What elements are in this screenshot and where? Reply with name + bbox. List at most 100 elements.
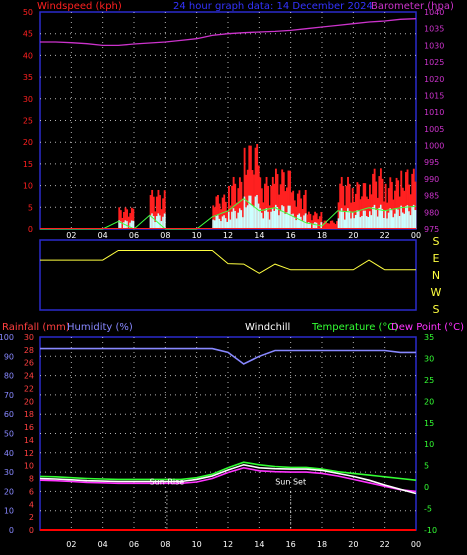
wind-x-tick-label: 16 xyxy=(286,231,296,240)
wind-x-tick-label: 04 xyxy=(98,231,108,240)
compass-label: W xyxy=(431,286,442,299)
windspeed-tick-label: 45 xyxy=(23,30,33,39)
windspeed-tick-label: 40 xyxy=(23,51,33,60)
rainfall-tick-label: 14 xyxy=(24,436,34,445)
rainfall-tick-label: 24 xyxy=(24,372,34,381)
direction-panel-frame xyxy=(39,239,417,311)
temp-x-tick-label: 08 xyxy=(160,540,170,549)
barometer-tick-label: 1000 xyxy=(424,142,444,151)
barometer-tick-label: 995 xyxy=(424,158,439,167)
temp-x-tick-label: 06 xyxy=(129,540,139,549)
rainfall-tick-label: 26 xyxy=(24,359,34,368)
graph-title: 24 hour graph data: 14 December 2024 xyxy=(173,1,373,12)
temp-x-tick-label: 18 xyxy=(317,540,327,549)
compass-label: E xyxy=(433,252,440,265)
windchill-label: Windchill xyxy=(245,322,290,333)
barometer-tick-label: 1005 xyxy=(424,125,444,134)
compass-label: N xyxy=(432,269,440,282)
rainfall-axis-title: Rainfall (mm) xyxy=(2,322,70,333)
temperature-tick-label: 20 xyxy=(424,397,434,406)
temp-x-tick-label: 14 xyxy=(254,540,264,549)
windspeed-tick-label: 20 xyxy=(23,138,33,147)
rainfall-tick-label: 6 xyxy=(29,487,34,496)
windspeed-axis-title: Windspeed (kph) xyxy=(37,1,122,12)
humidity-tick-label: 0 xyxy=(9,526,14,535)
windspeed-tick-label: 0 xyxy=(28,225,33,234)
compass-label: S xyxy=(433,303,440,316)
compass-label: S xyxy=(433,235,440,248)
temp-x-tick-label: 04 xyxy=(98,540,108,549)
humidity-tick-label: 10 xyxy=(4,507,14,516)
rainfall-tick-label: 2 xyxy=(29,513,34,522)
wind-x-tick-label: 18 xyxy=(317,231,327,240)
wind-barometer-panel: 05101520253035404550 9759809859909951000… xyxy=(23,8,445,240)
wind-x-tick-label: 14 xyxy=(254,231,264,240)
humidity-tick-label: 20 xyxy=(4,487,14,496)
temperature-tick-label: 25 xyxy=(424,376,434,385)
barometer-tick-label: 990 xyxy=(424,175,439,184)
wind-light-bar xyxy=(163,213,166,229)
humidity-tick-label: 100 xyxy=(0,333,14,342)
humidity-tick-label: 70 xyxy=(4,391,14,400)
barometer-tick-label: 1035 xyxy=(424,25,444,34)
rainfall-tick-label: 18 xyxy=(24,410,34,419)
windspeed-tick-label: 35 xyxy=(23,73,33,82)
barometer-tick-label: 985 xyxy=(424,192,439,201)
rainfall-tick-label: 16 xyxy=(24,423,34,432)
wind-x-tick-label: 06 xyxy=(129,231,139,240)
temperature-axis-title: Temperature (°C) xyxy=(311,322,398,333)
barometer-tick-label: 1015 xyxy=(424,91,444,100)
barometer-tick-label: 1040 xyxy=(424,8,444,17)
temperature-tick-label: 10 xyxy=(424,440,434,449)
humidity-tick-label: 80 xyxy=(4,372,14,381)
dewpoint-axis-title: Dew Point (°C) xyxy=(391,322,464,333)
rainfall-tick-label: 12 xyxy=(24,449,34,458)
windspeed-tick-label: 10 xyxy=(23,182,33,191)
temp-x-tick-label: 00 xyxy=(411,540,421,549)
wind-x-tick-label: 02 xyxy=(66,231,76,240)
wind-light-bar xyxy=(132,220,135,229)
wind-light-bar xyxy=(414,210,417,229)
wind-x-tick-label: 20 xyxy=(348,231,358,240)
temperature-tick-label: 30 xyxy=(424,354,434,363)
weather-chart: Windspeed (kph) 24 hour graph data: 14 D… xyxy=(0,0,467,555)
barometer-tick-label: 1025 xyxy=(424,58,444,67)
rainfall-tick-label: 30 xyxy=(24,333,34,342)
barometer-tick-label: 1010 xyxy=(424,108,444,117)
humidity-tick-label: 60 xyxy=(4,410,14,419)
temp-x-tick-label: 20 xyxy=(348,540,358,549)
temperature-tick-label: 15 xyxy=(424,419,434,428)
barometer-tick-label: 980 xyxy=(424,208,439,217)
rainfall-tick-label: 20 xyxy=(24,397,34,406)
wind-direction-panel: SENWS xyxy=(39,235,442,316)
humidity-axis-title: Humidity (%) xyxy=(67,322,133,333)
temp-x-tick-label: 22 xyxy=(380,540,390,549)
temp-x-tick-label: 12 xyxy=(223,540,233,549)
humidity-tick-label: 30 xyxy=(4,468,14,477)
temp-x-tick-label: 10 xyxy=(192,540,202,549)
wind-x-tick-label: 00 xyxy=(411,231,421,240)
temperature-tick-label: 35 xyxy=(424,333,434,342)
temperature-tick-label: -10 xyxy=(424,526,437,535)
windspeed-tick-label: 50 xyxy=(23,8,33,17)
wind-x-tick-label: 22 xyxy=(380,231,390,240)
humidity-tick-label: 50 xyxy=(4,430,14,439)
temperature-tick-label: 0 xyxy=(424,483,429,492)
humidity-tick-label: 40 xyxy=(4,449,14,458)
temp-panel-frame xyxy=(39,336,417,531)
temp-x-tick-label: 16 xyxy=(286,540,296,549)
rainfall-tick-label: 4 xyxy=(29,500,34,509)
rainfall-tick-label: 0 xyxy=(29,526,34,535)
windspeed-tick-label: 30 xyxy=(23,95,33,104)
sun-annotation-label: Sun Rise xyxy=(150,478,185,487)
temperature-humidity-panel: 0102030405060708090100 02468101214161820… xyxy=(0,333,437,549)
barometer-tick-label: 1030 xyxy=(424,41,444,50)
humidity-tick-label: 90 xyxy=(4,352,14,361)
rainfall-tick-label: 10 xyxy=(24,462,34,471)
wind-x-tick-label: 08 xyxy=(160,231,170,240)
rainfall-tick-label: 22 xyxy=(24,384,34,393)
barometer-tick-label: 1020 xyxy=(424,75,444,84)
temperature-tick-label: -5 xyxy=(424,505,432,514)
wind-x-tick-label: 12 xyxy=(223,231,233,240)
windspeed-tick-label: 25 xyxy=(23,117,33,126)
